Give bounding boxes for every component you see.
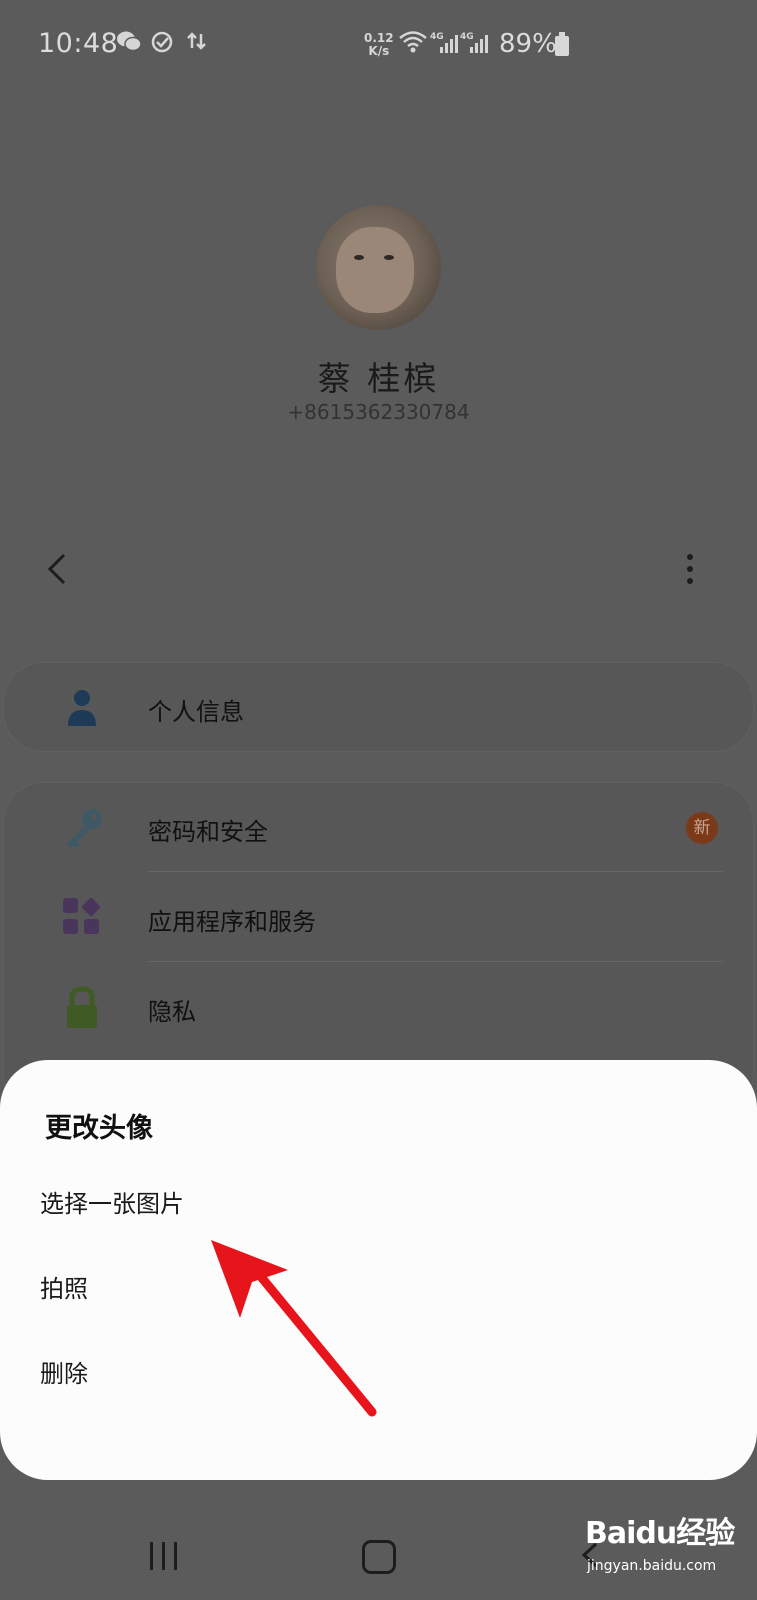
home-button[interactable] bbox=[362, 1540, 396, 1574]
avatar-face bbox=[336, 227, 414, 313]
baidu-watermark: Baidu经验 jingyan.baidu.com bbox=[585, 1508, 735, 1574]
lock-icon bbox=[61, 986, 103, 1028]
status-bar: 10:48 0.12 K/s 4G 4G 89% bbox=[0, 0, 757, 92]
avatar[interactable] bbox=[316, 205, 441, 330]
sheet-title: 更改头像 bbox=[45, 1113, 153, 1144]
menu-item-password-security[interactable]: 密码和安全 新 bbox=[3, 782, 754, 872]
more-dot bbox=[687, 566, 693, 572]
back-button[interactable] bbox=[42, 552, 72, 586]
key-icon bbox=[61, 806, 103, 848]
signal-4g-icon: 4G bbox=[430, 30, 458, 60]
svg-text:4G: 4G bbox=[460, 32, 474, 42]
wifi-icon bbox=[398, 30, 428, 60]
option-delete[interactable]: 删除 bbox=[40, 1354, 88, 1389]
more-dot bbox=[687, 554, 693, 560]
network-speed: 0.12 K/s bbox=[364, 32, 394, 58]
menu-label: 个人信息 bbox=[148, 698, 244, 726]
more-options-button[interactable] bbox=[684, 554, 696, 588]
person-icon bbox=[61, 686, 103, 728]
recent-bar bbox=[174, 1542, 177, 1570]
recent-bar bbox=[162, 1542, 165, 1570]
signal-4g-icon-2: 4G bbox=[460, 30, 488, 60]
new-badge: 新 bbox=[686, 812, 718, 844]
menu-item-privacy[interactable]: 隐私 bbox=[3, 962, 754, 1052]
profile-name: 蔡 桂槟 bbox=[317, 359, 440, 398]
data-transfer-icon bbox=[186, 30, 208, 58]
network-speed-unit: K/s bbox=[368, 44, 390, 58]
more-dot bbox=[687, 578, 693, 584]
personal-info-card: 个人信息 bbox=[3, 662, 754, 752]
watermark-sub: jingyan.baidu.com bbox=[587, 1558, 717, 1574]
wechat-icon bbox=[116, 30, 142, 58]
chevron-left-icon bbox=[47, 553, 66, 585]
watermark-main: Baidu经验 bbox=[585, 1516, 735, 1551]
menu-label: 隐私 bbox=[148, 998, 196, 1026]
option-take-photo[interactable]: 拍照 bbox=[40, 1269, 88, 1304]
screen: 10:48 0.12 K/s 4G 4G 89% 蔡 桂槟 +861536233… bbox=[0, 0, 757, 1600]
sync-check-icon bbox=[150, 30, 174, 60]
battery-percent: 89% bbox=[499, 29, 557, 59]
avatar-eye-right bbox=[384, 255, 394, 260]
status-time: 10:48 bbox=[38, 28, 119, 59]
profile-phone: +8615362330784 bbox=[287, 400, 470, 424]
menu-label: 密码和安全 bbox=[148, 818, 268, 846]
avatar-eye-left bbox=[354, 255, 364, 260]
apps-grid-icon bbox=[61, 896, 103, 938]
option-choose-picture[interactable]: 选择一张图片 bbox=[40, 1184, 184, 1219]
menu-item-apps-services[interactable]: 应用程序和服务 bbox=[3, 872, 754, 962]
svg-text:4G: 4G bbox=[430, 32, 444, 42]
recent-bar bbox=[150, 1542, 153, 1570]
battery-icon bbox=[555, 32, 569, 56]
menu-label: 应用程序和服务 bbox=[148, 908, 316, 936]
change-avatar-sheet: 更改头像 选择一张图片 拍照 删除 bbox=[0, 1060, 757, 1480]
recent-apps-button[interactable] bbox=[150, 1542, 182, 1570]
menu-item-personal-info[interactable]: 个人信息 bbox=[3, 662, 754, 752]
